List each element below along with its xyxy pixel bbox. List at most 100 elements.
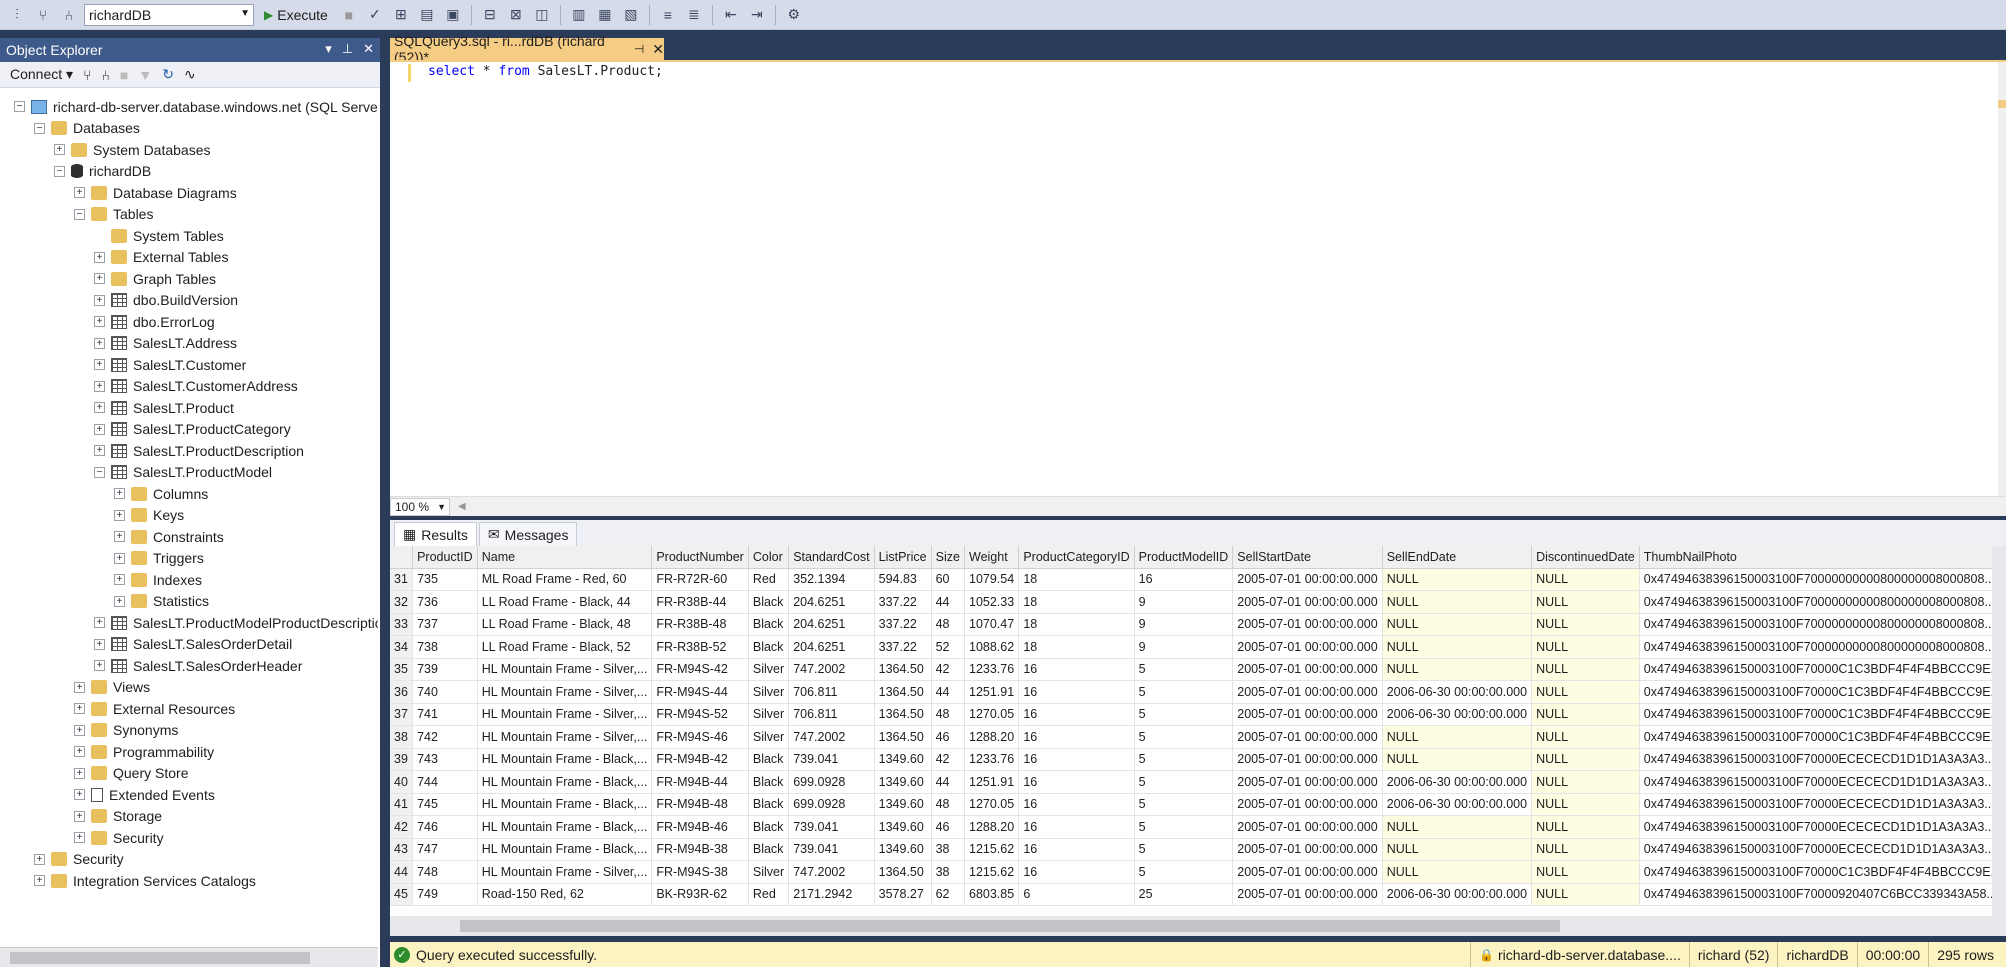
specify-values-icon[interactable]: ⚙: [783, 4, 805, 26]
tree-node[interactable]: − richardDB: [54, 161, 151, 182]
tree-node[interactable]: − Databases: [34, 118, 140, 139]
row-number[interactable]: 41: [390, 793, 414, 816]
table-cell[interactable]: 5: [1134, 793, 1234, 816]
table-cell[interactable]: 18: [1018, 635, 1135, 659]
row-number[interactable]: 32: [390, 590, 414, 614]
tree-node[interactable]: + External Resources: [74, 698, 235, 719]
table-cell[interactable]: 2005-07-01 00:00:00.000: [1232, 793, 1383, 816]
column-header[interactable]: Color: [748, 546, 790, 569]
tree-node[interactable]: + SalesLT.Customer: [94, 354, 246, 375]
table-cell[interactable]: 737: [412, 613, 478, 636]
tree-node[interactable]: + Triggers: [114, 548, 204, 569]
row-number[interactable]: 43: [390, 838, 414, 861]
tab-sqlquery3[interactable]: SQLQuery3.sql - ri...rdDB (richard (52))…: [390, 33, 664, 65]
tree-node[interactable]: + Columns: [114, 483, 208, 504]
table-cell[interactable]: 747.2002: [788, 860, 875, 884]
table-cell[interactable]: HL Mountain Frame - Silver,...: [477, 725, 653, 749]
table-cell[interactable]: 352.1394: [788, 568, 875, 591]
live-stats-icon[interactable]: ⊠: [505, 4, 527, 26]
table-cell[interactable]: 337.22: [874, 613, 932, 636]
table-cell[interactable]: FR-M94B-44: [651, 770, 749, 794]
row-number[interactable]: 37: [390, 703, 414, 726]
filter-icon[interactable]: ⫶: [6, 4, 28, 26]
stop-icon[interactable]: ■: [120, 67, 128, 83]
tree-node[interactable]: + SalesLT.ProductModelProductDescription: [94, 612, 378, 633]
collapse-icon[interactable]: −: [74, 208, 85, 220]
table-cell[interactable]: LL Road Frame - Black, 48: [477, 613, 653, 636]
close-tab-icon[interactable]: ✕: [652, 41, 664, 58]
results-grid[interactable]: ProductID Name ProductNumber Color StandardC…: [390, 546, 2006, 916]
table-cell[interactable]: 0x47494638396150003100F70000000000800000…: [1639, 568, 2006, 591]
table-cell[interactable]: 1349.60: [874, 748, 932, 771]
table-cell[interactable]: 594.83: [874, 568, 932, 591]
table-cell[interactable]: NULL: [1531, 770, 1640, 794]
tree-node[interactable]: + SalesLT.SalesOrderHeader: [94, 655, 302, 676]
table-cell[interactable]: 1288.20: [964, 815, 1020, 839]
table-cell[interactable]: 2005-07-01 00:00:00.000: [1232, 658, 1383, 681]
row-number[interactable]: 33: [390, 613, 414, 636]
expand-icon[interactable]: +: [114, 531, 125, 542]
table-cell[interactable]: FR-M94B-48: [651, 793, 749, 816]
table-cell[interactable]: NULL: [1531, 815, 1640, 839]
table-cell[interactable]: Black: [748, 815, 790, 839]
connect-object-icon[interactable]: ⑂: [83, 67, 91, 83]
table-cell[interactable]: 16: [1018, 793, 1135, 816]
table-cell[interactable]: 699.0928: [788, 770, 875, 794]
table-cell[interactable]: NULL: [1382, 748, 1533, 771]
table-cell[interactable]: 1364.50: [874, 703, 932, 726]
table-cell[interactable]: NULL: [1531, 838, 1640, 861]
table-cell[interactable]: FR-M94B-46: [651, 815, 749, 839]
table-cell[interactable]: FR-M94S-42: [651, 658, 749, 681]
table-cell[interactable]: 741: [412, 703, 478, 726]
table-cell[interactable]: 48: [931, 613, 966, 636]
table-cell[interactable]: 1349.60: [874, 770, 932, 794]
table-cell[interactable]: 52: [931, 635, 966, 659]
table-cell[interactable]: Silver: [748, 680, 790, 704]
expand-icon[interactable]: +: [94, 445, 105, 456]
expand-icon[interactable]: +: [74, 681, 85, 693]
table-cell[interactable]: 204.6251: [788, 590, 875, 614]
table-cell[interactable]: Red: [748, 883, 790, 906]
table-cell[interactable]: 25: [1134, 883, 1234, 906]
table-cell[interactable]: NULL: [1382, 815, 1533, 839]
table-cell[interactable]: 2005-07-01 00:00:00.000: [1232, 725, 1383, 749]
table-cell[interactable]: 738: [412, 635, 478, 659]
table-cell[interactable]: 5: [1134, 860, 1234, 884]
expand-icon[interactable]: +: [94, 316, 105, 327]
table-cell[interactable]: 6: [1018, 883, 1135, 906]
comment-icon[interactable]: ≡: [657, 4, 679, 26]
table-cell[interactable]: BK-R93R-62: [651, 883, 749, 906]
table-cell[interactable]: 1233.76: [964, 748, 1020, 771]
table-cell[interactable]: 0x47494638396150003100F70000ECECECD1D1D1…: [1639, 748, 2006, 771]
zoom-select[interactable]: 100 % ▼: [390, 497, 450, 516]
table-cell[interactable]: 0x47494638396150003100F70000000000800000…: [1639, 635, 2006, 659]
table-cell[interactable]: NULL: [1382, 658, 1533, 681]
expand-icon[interactable]: +: [94, 359, 105, 370]
table-row[interactable]: 31 735 ML Road Frame - Red, 60 FR-R72R-60 Re…: [390, 568, 2006, 591]
table-cell[interactable]: 2005-07-01 00:00:00.000: [1232, 568, 1383, 591]
table-cell[interactable]: 16: [1018, 815, 1135, 839]
tree-node[interactable]: + Statistics: [114, 591, 209, 612]
pin-icon[interactable]: ⊣: [634, 42, 644, 56]
table-cell[interactable]: 0x47494638396150003100F70000C1C3BDF4F4F4…: [1639, 703, 2006, 726]
scrollbar-thumb[interactable]: [10, 952, 310, 964]
table-cell[interactable]: 749: [412, 883, 478, 906]
table-cell[interactable]: Silver: [748, 860, 790, 884]
table-cell[interactable]: 5: [1134, 658, 1234, 681]
table-cell[interactable]: 16: [1018, 658, 1135, 681]
table-cell[interactable]: 1270.05: [964, 703, 1020, 726]
table-row[interactable]: 34 738 LL Road Frame - Black, 52 FR-R38B-52…: [390, 635, 2006, 659]
row-number[interactable]: 45: [390, 883, 414, 906]
table-cell[interactable]: Black: [748, 635, 790, 659]
collapse-icon[interactable]: −: [14, 101, 25, 112]
table-row[interactable]: 41 745 HL Mountain Frame - Black,... FR-M94…: [390, 793, 2006, 816]
table-cell[interactable]: Black: [748, 770, 790, 794]
table-row[interactable]: 44 748 HL Mountain Frame - Silver,... FR-M9…: [390, 860, 2006, 884]
tree-node[interactable]: + Security: [74, 827, 164, 848]
tree-node[interactable]: + Indexes: [114, 569, 202, 590]
connect-icon[interactable]: ⑂: [32, 4, 54, 26]
table-cell[interactable]: Black: [748, 613, 790, 636]
tree-node[interactable]: + Views: [74, 677, 150, 698]
table-cell[interactable]: HL Mountain Frame - Silver,...: [477, 703, 653, 726]
table-cell[interactable]: 2006-06-30 00:00:00.000: [1382, 770, 1533, 794]
